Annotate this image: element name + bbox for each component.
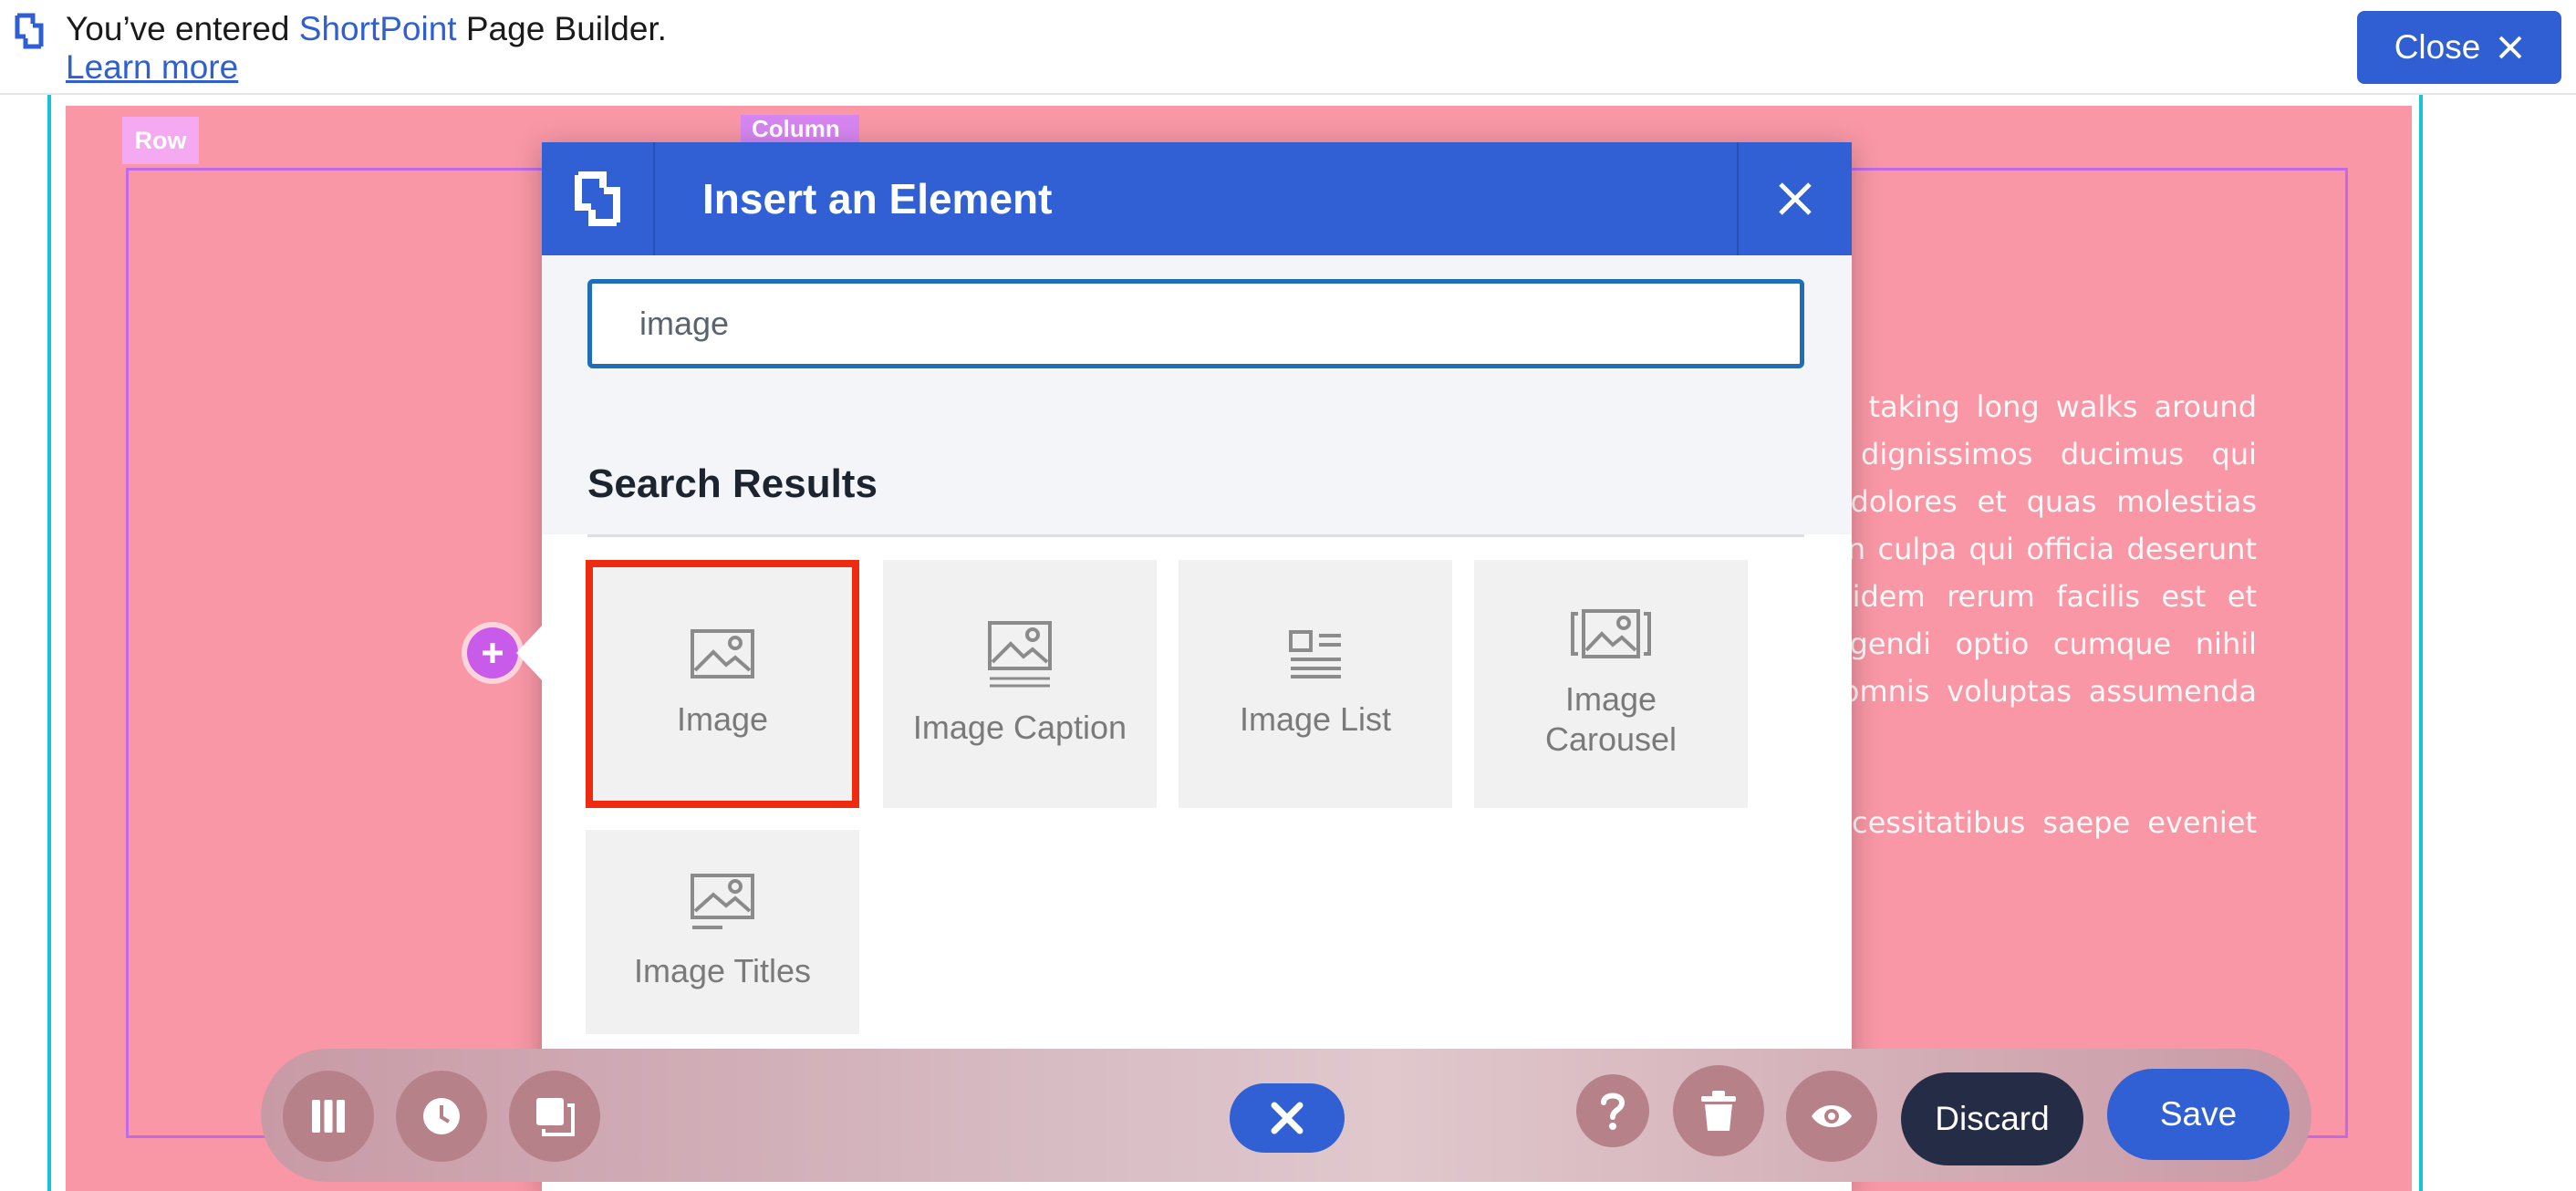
right-gutter [2426, 95, 2576, 1191]
element-tile-image-list[interactable]: Image List [1179, 560, 1452, 808]
tile-label: Image [676, 700, 769, 738]
body-text-line: t in culpa qui officia deserunt [1815, 532, 2257, 566]
body-text-line: o dignissimos ducimus qui [1815, 437, 2257, 471]
body-text-line: quidem rerum facilis est et [1815, 579, 2257, 614]
image-carousel-icon [1571, 609, 1651, 658]
element-search-input[interactable] [587, 279, 1804, 368]
element-tile-image-caption[interactable]: Image Caption [883, 560, 1157, 808]
builder-toolbar: Discard Save [261, 1049, 2311, 1182]
element-tile-image[interactable]: Image [586, 560, 859, 808]
shortpoint-logo-icon [15, 13, 44, 49]
tile-label: Image Carousel [1544, 680, 1678, 758]
discard-button[interactable]: Discard [1901, 1072, 2083, 1165]
dialog-close-button[interactable] [1737, 142, 1852, 255]
tile-label: Image List [1239, 700, 1392, 738]
element-tile-image-titles[interactable]: Image Titles [586, 830, 859, 1034]
image-icon [691, 629, 754, 678]
body-text-line: nd taking long walks around [1815, 389, 2257, 424]
close-icon [1271, 1102, 1304, 1134]
preview-button[interactable] [1786, 1071, 1877, 1162]
clock-icon [423, 1098, 460, 1134]
dialog-pointer [516, 626, 542, 680]
search-results-title: Search Results [587, 461, 878, 506]
add-element-handle[interactable] [467, 627, 518, 678]
shortpoint-logo-icon [542, 142, 655, 255]
trash-icon [1701, 1091, 1736, 1131]
cancel-insert-button[interactable] [1230, 1083, 1345, 1153]
delete-button[interactable] [1673, 1065, 1764, 1156]
element-tile-image-carousel[interactable]: Image Carousel [1474, 560, 1748, 808]
body-text-line: s dolores et quas molestias [1815, 484, 2257, 519]
body-text-line: necessitatibus saepe eveniet [1815, 805, 2257, 840]
dialog-title: Insert an Element [702, 175, 1053, 223]
close-builder-label: Close [2394, 28, 2481, 66]
body-text-line: . omnis voluptas assumenda [1815, 674, 2257, 709]
image-caption-icon [988, 621, 1052, 688]
builder-notice-bar: You’ve entered ShortPoint Page Builder. … [0, 0, 2576, 95]
eye-icon [1812, 1105, 1852, 1127]
tile-label: Image Caption [912, 709, 1127, 746]
close-builder-button[interactable]: Close [2357, 11, 2561, 84]
row-tag[interactable]: Row [122, 117, 199, 164]
notice-message: You’ve entered ShortPoint Page Builder. [66, 10, 667, 47]
plus-icon [483, 643, 503, 663]
dialog-header: Insert an Element [542, 142, 1852, 255]
close-icon [1779, 182, 1812, 215]
save-button[interactable]: Save [2107, 1069, 2290, 1160]
columns-button[interactable] [283, 1071, 374, 1162]
tile-label: Image Titles [633, 952, 812, 989]
columns-icon [312, 1100, 345, 1133]
help-button[interactable] [1576, 1074, 1649, 1147]
layers-button[interactable] [509, 1071, 600, 1162]
learn-more-link[interactable]: Learn more [66, 47, 238, 88]
layers-icon [536, 1098, 575, 1136]
close-icon [2498, 36, 2522, 59]
insert-element-dialog: Insert an Element Search Results Image I… [542, 142, 1852, 1191]
body-text-line: eligendi optio cumque nihil [1815, 627, 2257, 661]
question-icon [1601, 1093, 1626, 1130]
column-tag[interactable]: Column [741, 115, 859, 146]
image-list-icon [1289, 630, 1341, 678]
history-button[interactable] [396, 1071, 487, 1162]
image-titles-icon [691, 874, 754, 929]
results-divider [587, 534, 1804, 537]
notice-brand: ShortPoint [298, 10, 457, 47]
